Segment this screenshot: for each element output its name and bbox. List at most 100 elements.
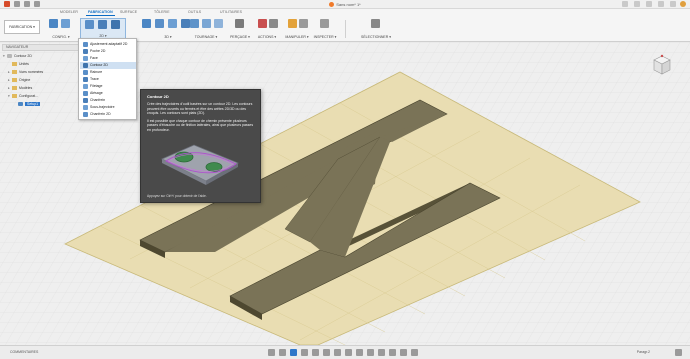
contour-2d-icon [83, 63, 88, 68]
browser-panel: NAVIGATEUR ▾ Contour 2D Unités ▸ Vues nomm… [0, 42, 85, 122]
group-label-manage: MANIPULER ▾ [285, 35, 309, 39]
section-icon[interactable] [367, 349, 374, 356]
timeline-label: Paragr.2 [636, 350, 650, 354]
menu-item-chamfer-2d[interactable]: Chanfrein 2D [80, 111, 136, 118]
adaptive-3d-icon [142, 19, 151, 28]
document-icon [7, 54, 12, 59]
browser-header[interactable]: NAVIGATEUR [2, 44, 82, 51]
engrave-icon [83, 105, 88, 110]
visual-style-icon[interactable] [378, 349, 385, 356]
2d-toolpath-menu: Ajustement adaptatif 2D Poche 2D Face Co… [78, 38, 137, 120]
menu-item-label: Trace [90, 77, 99, 81]
menu-item-face[interactable]: Face [80, 55, 136, 62]
tab-tools[interactable]: OUTILS [188, 10, 201, 14]
tree-item-root[interactable]: ▾ Contour 2D [3, 53, 83, 60]
chamfer-2d-icon [83, 112, 88, 117]
group-select[interactable]: SÉLECTIONNER ▾ [356, 18, 396, 40]
tab-fabrication-active[interactable]: FABRICATION [86, 10, 115, 16]
slot-icon [83, 70, 88, 75]
group-actions[interactable]: ACTIONS ▾ [254, 18, 280, 40]
tooltip-description: Crée des trajectoires d'outil basées sur… [147, 102, 253, 116]
tooltip-preview-image [161, 144, 239, 185]
menu-item-chamfer[interactable]: Chanfrein [80, 97, 136, 104]
menu-item-engrave[interactable]: Sous-trajectoire [80, 104, 136, 111]
menu-item-label: Chanfrein 2D [90, 112, 111, 116]
fit-icon[interactable] [312, 349, 319, 356]
contour-2d-icon [111, 20, 120, 29]
menu-item-bore[interactable]: Alésage [80, 90, 136, 97]
pocket-3d-icon [155, 19, 164, 28]
tool-library-icon [288, 19, 297, 28]
comments-label[interactable]: COMMENTAIRES [10, 350, 38, 354]
object-visibility-icon[interactable] [411, 349, 418, 356]
steep-shallow-icon [168, 19, 177, 28]
drill-icon [235, 19, 244, 28]
menu-item-label: Chanfrein [90, 98, 106, 102]
pocket-2d-icon [98, 20, 107, 29]
menu-item-thread[interactable]: Filetage [80, 83, 136, 90]
group-inspect[interactable]: INSPECTER ▾ [310, 18, 340, 40]
folder-icon [12, 62, 17, 67]
menu-item-label: Sous-trajectoire [90, 105, 115, 109]
job-status-icon[interactable] [646, 1, 652, 7]
tab-utilities[interactable]: UTILITAIRES [220, 10, 242, 14]
environment-icon[interactable] [389, 349, 396, 356]
menu-item-label: Ajustement adaptatif 2D [90, 42, 128, 46]
adaptive-2d-icon [85, 20, 94, 29]
menu-item-contour-2d[interactable]: Contour 2D [80, 62, 136, 69]
tab-modeler[interactable]: MODELER [60, 10, 78, 14]
tree-item-named-views[interactable]: ▸ Vues nommées [8, 69, 88, 76]
tree-item-origin[interactable]: ▸ Origine [8, 77, 88, 84]
group-turning[interactable]: TOURNAGE ▾ [186, 18, 226, 40]
view-cube[interactable] [652, 54, 672, 76]
extensions-icon[interactable] [634, 1, 640, 7]
tree-item-models[interactable]: ▸ Modèles [8, 85, 88, 92]
group-label-drilling: PERÇAGE ▾ [230, 35, 250, 39]
orbit-icon[interactable] [268, 349, 275, 356]
tree-item-setups[interactable]: ▾ Configurat... [8, 93, 88, 100]
group-label-actions: ACTIONS ▾ [257, 35, 277, 39]
menu-item-trace[interactable]: Trace [80, 76, 136, 83]
user-avatar[interactable] [680, 1, 686, 7]
select-arrow-icon [371, 19, 380, 28]
look-at-icon[interactable] [279, 349, 286, 356]
display-settings-icon[interactable] [323, 349, 330, 356]
tree-label: Origine [19, 78, 31, 82]
add-tab-icon[interactable] [622, 1, 628, 7]
menu-item-pocket-2d[interactable]: Poche 2D [80, 48, 136, 55]
bore-icon [83, 91, 88, 96]
view-cube-home-icon[interactable] [660, 54, 664, 58]
status-bar: COMMENTAIRES Paragr.2 [0, 345, 690, 359]
effects-icon[interactable] [400, 349, 407, 356]
group-2d[interactable]: 2D ▾ [80, 18, 126, 40]
face-icon [83, 56, 88, 61]
adaptive-2d-icon [83, 42, 88, 47]
workspace-switcher[interactable]: FABRICATION ▾ [4, 20, 40, 34]
menu-item-label: Alésage [90, 91, 103, 95]
tree-item-units[interactable]: Unités [8, 61, 88, 68]
tree-label: Configurat... [19, 94, 39, 98]
pan-icon[interactable] [290, 349, 297, 356]
group-drilling[interactable]: PERÇAGE ▾ [228, 18, 252, 40]
notifications-icon[interactable] [658, 1, 664, 7]
help-icon[interactable] [670, 1, 676, 7]
tab-sheet-metal[interactable]: TÔLERIE [154, 10, 170, 14]
group-setup[interactable]: CONFIG. ▾ [46, 18, 76, 40]
group-label-turning: TOURNAGE ▾ [194, 35, 218, 39]
folder-icon [12, 94, 17, 99]
group-manage[interactable]: MANIPULER ▾ [284, 18, 310, 40]
folder-icon [12, 78, 17, 83]
settings-icon[interactable] [675, 349, 682, 356]
tab-surface[interactable]: SURFACE [120, 10, 137, 14]
window-title-text: Sans nom* 1* [336, 2, 361, 7]
viewports-icon[interactable] [345, 349, 352, 356]
menu-item-label: Face [90, 56, 98, 60]
menu-item-adaptive-2d[interactable]: Ajustement adaptatif 2D [80, 41, 136, 48]
camera-icon[interactable] [356, 349, 363, 356]
tree-label: Modèles [19, 86, 33, 90]
window-title: Sans nom* 1* [0, 2, 690, 8]
grid-settings-icon[interactable] [334, 349, 341, 356]
zoom-icon[interactable] [301, 349, 308, 356]
tree-label: Contour 2D [14, 54, 32, 58]
menu-item-slot[interactable]: Rainure [80, 69, 136, 76]
